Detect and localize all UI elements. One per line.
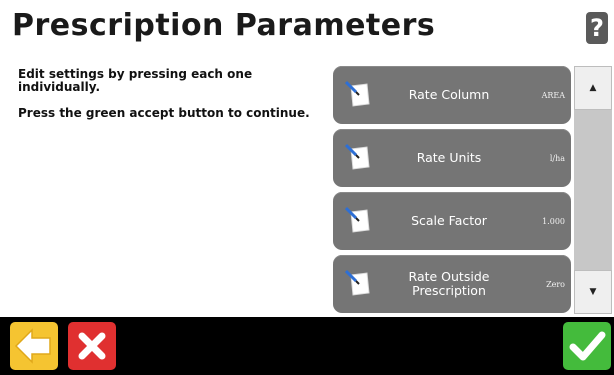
page-title: Prescription Parameters	[12, 8, 436, 43]
edit-note-icon	[345, 269, 370, 296]
cancel-button[interactable]	[68, 322, 116, 370]
scroll-track[interactable]	[574, 110, 612, 270]
scrollbar[interactable]: ▲ ▼	[574, 66, 612, 314]
chevron-down-icon: ▼	[589, 287, 597, 297]
edit-note-icon	[345, 206, 370, 233]
chevron-up-icon: ▲	[589, 83, 597, 93]
instruction-line-2: Press the green accept button to continu…	[18, 106, 310, 120]
instruction-line-1: Edit settings by pressing each one indiv…	[18, 67, 253, 94]
setting-label: Rate Units	[416, 150, 482, 165]
scroll-down-button[interactable]: ▼	[574, 270, 612, 314]
setting-value: 1.000	[542, 216, 565, 226]
setting-label: Rate Column	[408, 87, 490, 102]
help-icon: ?	[590, 14, 604, 42]
setting-scale-factor[interactable]: Scale Factor 1.000	[333, 192, 571, 250]
setting-value: AREA	[541, 90, 565, 100]
instructions: Edit settings by pressing each one indiv…	[18, 68, 318, 133]
setting-rate-outside-prescription[interactable]: Rate Outside Prescription Zero	[333, 255, 571, 313]
settings-list: Rate Column AREA Rate Units l/ha Scale F…	[333, 66, 573, 314]
setting-label: Rate Outside Prescription	[408, 269, 490, 298]
checkmark-icon	[569, 331, 606, 361]
setting-value: Zero	[546, 279, 565, 289]
setting-label: Scale Factor	[411, 213, 487, 228]
arrow-left-icon	[14, 328, 51, 364]
scroll-up-button[interactable]: ▲	[574, 66, 612, 110]
back-button[interactable]	[10, 322, 58, 370]
close-x-icon	[78, 332, 106, 360]
setting-value: l/ha	[549, 153, 565, 163]
edit-note-icon	[345, 80, 370, 107]
bottom-bar	[0, 317, 614, 375]
setting-rate-units[interactable]: Rate Units l/ha	[333, 129, 571, 187]
accept-button[interactable]	[563, 322, 611, 370]
help-button[interactable]: ?	[586, 12, 608, 44]
edit-note-icon	[345, 143, 370, 170]
setting-rate-column[interactable]: Rate Column AREA	[333, 66, 571, 124]
